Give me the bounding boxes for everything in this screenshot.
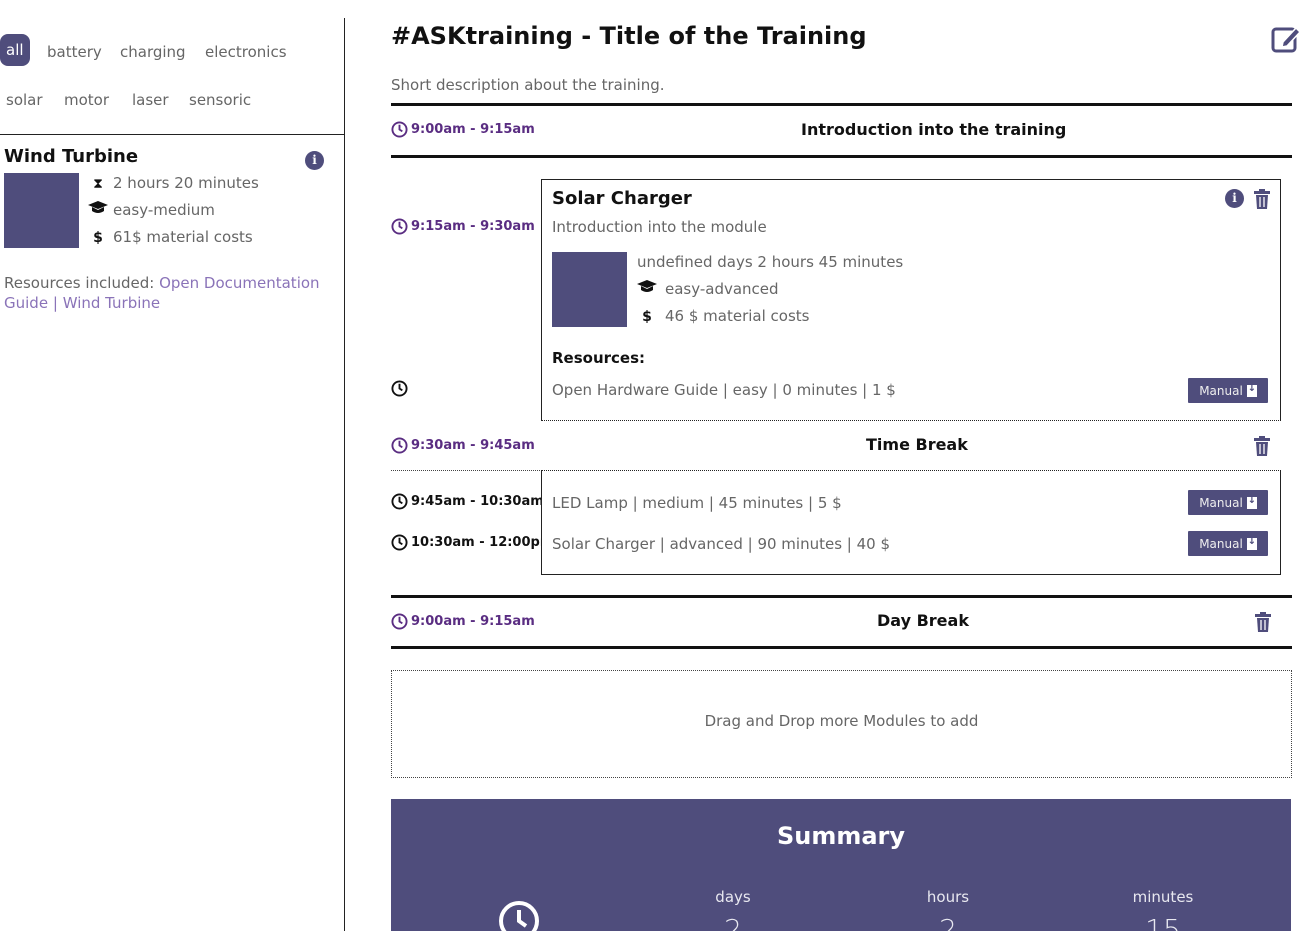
summary-days-label: days (715, 888, 751, 906)
module-level: easy-advanced (637, 280, 779, 298)
clock-icon (391, 437, 408, 454)
module-thumbnail (4, 173, 79, 248)
tag-battery[interactable]: battery (41, 36, 108, 68)
module-row-time: 10:30am - 12:00pm (391, 534, 553, 551)
list-item: Solar Charger | advanced | 90 minutes | … (552, 535, 891, 553)
tag-all[interactable]: all (0, 34, 30, 66)
page-description: Short description about the training. (391, 76, 665, 94)
download-icon (1246, 495, 1257, 509)
tag-solar[interactable]: solar (0, 84, 49, 116)
tag-sensoric[interactable]: sensoric (183, 84, 257, 116)
module-duration: undefined days 2 hours 45 minutes (637, 253, 904, 271)
day-break-title: Day Break (877, 611, 969, 630)
dollar-icon: $ (642, 309, 652, 325)
trash-icon[interactable] (1253, 189, 1271, 209)
trash-icon[interactable] (1253, 436, 1271, 456)
trash-icon[interactable] (1254, 612, 1272, 632)
module-sidebar: all battery charging electronics solar m… (0, 18, 345, 931)
clock-icon (391, 613, 408, 630)
module-time: 9:15am - 9:30am (391, 218, 535, 235)
page-title: #ASKtraining - Title of the Training (391, 22, 867, 50)
break-time: 9:30am - 9:45am (391, 437, 535, 454)
module-subtitle: Introduction into the module (552, 218, 767, 236)
clock-icon (391, 218, 408, 235)
summary-title: Summary (776, 822, 906, 850)
module-dropzone[interactable]: Drag and Drop more Modules to add (391, 670, 1292, 778)
summary-hours-label: hours (926, 888, 970, 906)
divider (391, 155, 1292, 158)
dollar-icon: $ (93, 230, 103, 246)
module-block-list[interactable]: LED Lamp | medium | 45 minutes | 5 $ Man… (541, 470, 1281, 575)
resources-included: Resources included: Open Documentation G… (4, 274, 320, 312)
summary-minutes-label: minutes (1132, 888, 1194, 906)
manual-download-button[interactable]: Manual (1188, 531, 1268, 556)
download-icon (1246, 383, 1257, 397)
module-title: Solar Charger (552, 188, 692, 209)
sidebar-divider (0, 134, 345, 135)
hourglass-icon: ⧗ (93, 176, 103, 192)
graduation-cap-icon (637, 280, 657, 298)
clock-icon (499, 901, 539, 931)
divider (391, 595, 1292, 598)
tag-electronics[interactable]: electronics (199, 36, 293, 68)
tag-charging[interactable]: charging (114, 36, 192, 68)
module-title: Wind Turbine (4, 146, 139, 167)
divider (391, 103, 1292, 106)
edit-icon[interactable] (1271, 24, 1301, 54)
module-level: easy-medium (84, 201, 215, 219)
module-cost: $46 $ material costs (637, 307, 809, 325)
tag-motor[interactable]: motor (58, 84, 115, 116)
resource-row: Open Hardware Guide | easy | 0 minutes |… (552, 381, 896, 399)
module-row-time: 9:45am - 10:30am (391, 493, 544, 510)
module-thumbnail (552, 252, 627, 327)
manual-download-button[interactable]: Manual (1188, 490, 1268, 515)
intro-time: 9:00am - 9:15am (391, 121, 535, 138)
info-icon[interactable]: i (305, 151, 324, 170)
module-block-solar-charger[interactable]: Solar Charger i Introduction into the mo… (541, 179, 1281, 421)
time-break-title: Time Break (866, 435, 968, 454)
summary-hours-value: 2 (939, 913, 957, 931)
clock-icon (391, 493, 408, 510)
graduation-cap-icon (84, 201, 112, 219)
module-cost: $61$ material costs (84, 228, 253, 246)
summary-minutes-value: 15 (1145, 913, 1181, 931)
module-duration: ⧗ 2 hours 20 minutes (84, 174, 259, 192)
list-item: LED Lamp | medium | 45 minutes | 5 $ (552, 494, 842, 512)
intro-title: Introduction into the training (801, 120, 1067, 139)
manual-download-button[interactable]: Manual (1188, 378, 1268, 403)
summary-days-value: 2 (724, 913, 742, 931)
dotted-divider (391, 470, 542, 471)
clock-icon (391, 121, 408, 138)
training-editor: #ASKtraining - Title of the Training Sho… (391, 0, 1309, 931)
summary-panel: Summary days 2 hours 2 minutes 15 (391, 799, 1291, 931)
resource-separator: | (52, 294, 58, 312)
tag-laser[interactable]: laser (126, 84, 175, 116)
clock-icon (391, 380, 408, 397)
info-icon[interactable]: i (1225, 189, 1244, 208)
resource-link-wind-turbine[interactable]: Wind Turbine (63, 294, 160, 312)
download-icon (1246, 536, 1257, 550)
resources-heading: Resources: (552, 349, 646, 367)
clock-icon (391, 534, 408, 551)
day-break-time: 9:00am - 9:15am (391, 613, 535, 630)
divider (391, 646, 1292, 649)
